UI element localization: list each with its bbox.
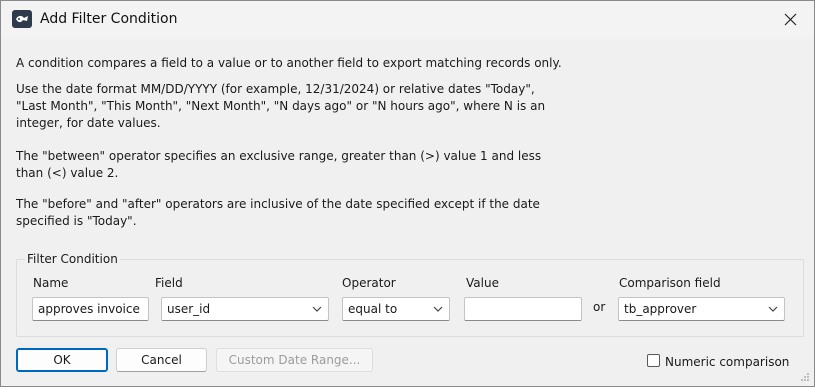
chevron-down-icon [768,306,778,312]
value-label: Value [466,276,499,290]
description-date-format-line3: integer, for date values. [16,116,161,130]
description-between-line2: than (<) value 2. [16,166,119,180]
comparison-field-label: Comparison field [619,276,721,290]
close-button[interactable] [768,1,814,39]
chevron-down-icon [433,306,443,312]
value-input[interactable] [464,297,582,321]
ok-button[interactable]: OK [16,348,108,372]
comparison-field-select[interactable]: tb_approver [618,297,785,321]
cancel-button[interactable]: Cancel [116,348,207,372]
description-before-after-line1: The "before" and "after" operators are i… [16,197,540,211]
app-icon [12,10,32,28]
chevron-down-icon [312,306,322,312]
window-title: Add Filter Condition [40,11,178,27]
name-label: Name [33,276,69,290]
resize-grip-icon[interactable] [800,372,810,382]
operator-select-value: equal to [348,302,398,316]
description-date-format-line1: Use the date format MM/DD/YYYY (for exam… [16,82,535,96]
custom-date-range-button[interactable]: Custom Date Range... [216,348,373,372]
field-select[interactable]: user_id [161,297,329,321]
filter-condition-group-title: Filter Condition [25,252,120,266]
numeric-comparison-checkbox[interactable] [647,354,660,367]
title-bar: Add Filter Condition [1,1,814,39]
add-filter-condition-dialog: Add Filter Condition A condition compare… [0,0,815,387]
operator-select[interactable]: equal to [342,297,450,321]
description-intro: A condition compares a field to a value … [16,56,562,70]
or-label: or [593,300,606,314]
numeric-comparison-label[interactable]: Numeric comparison [665,355,789,369]
comparison-field-select-value: tb_approver [624,302,697,316]
field-select-value: user_id [167,302,211,316]
description-between-line1: The "between" operator specifies an excl… [16,149,542,163]
description-before-after-line2: specified is "Today". [16,214,137,228]
operator-label: Operator [342,276,396,290]
close-icon [784,13,797,26]
field-label: Field [155,276,183,290]
description-date-format-line2: "Last Month", "This Month", "Next Month"… [16,99,546,113]
name-input[interactable]: approves invoice [32,297,149,321]
